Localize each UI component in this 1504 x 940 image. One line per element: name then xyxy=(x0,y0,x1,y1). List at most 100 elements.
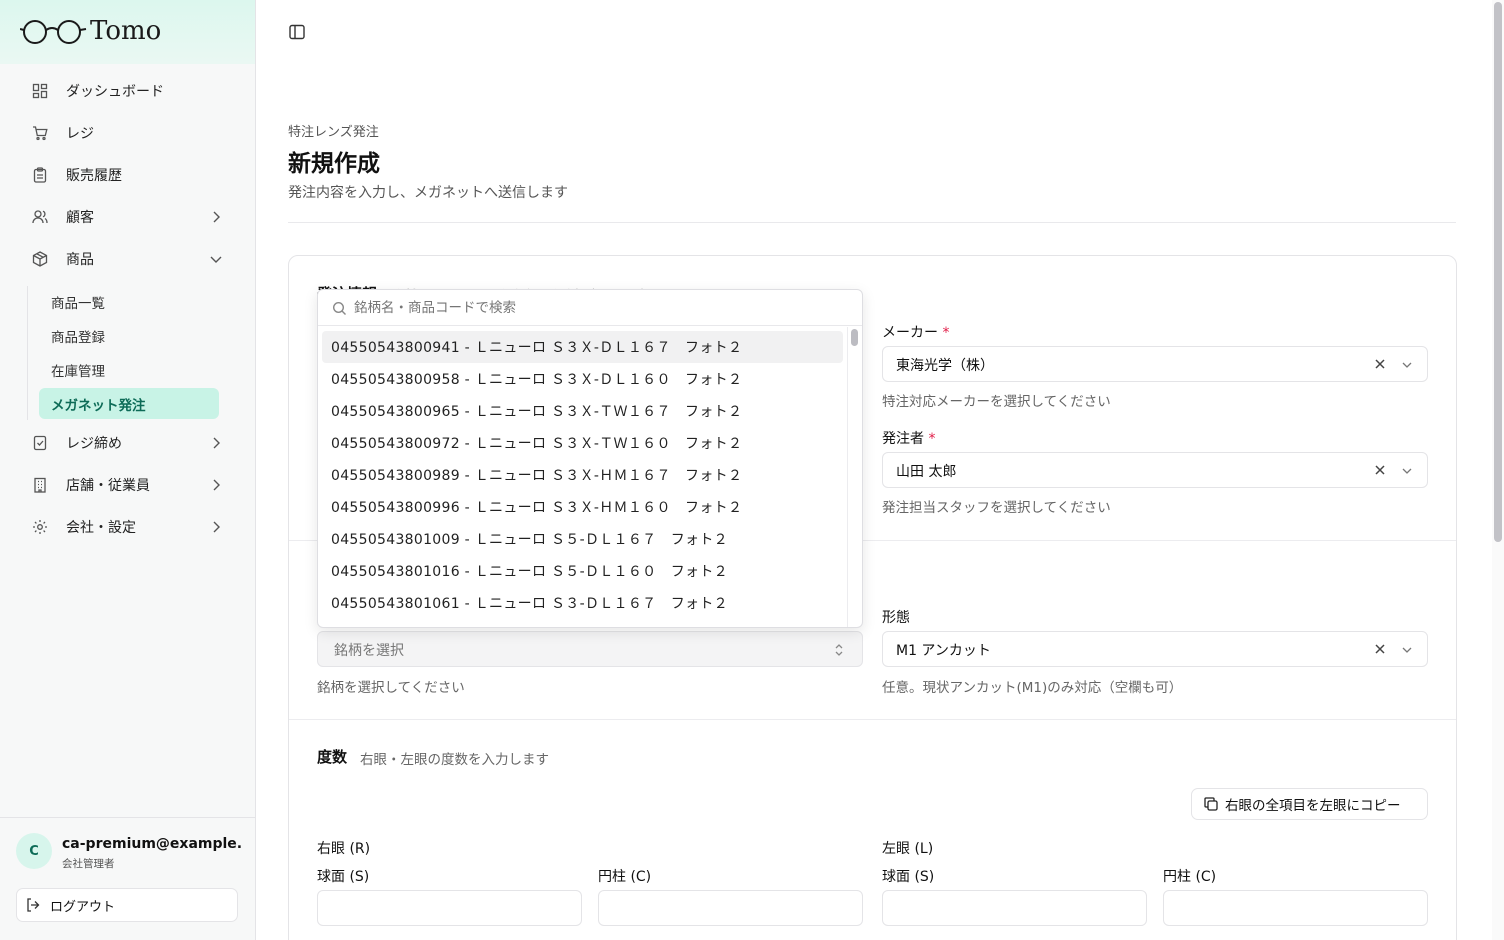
copy-button-label: 右眼の全項目を左眼にコピー xyxy=(1225,798,1401,814)
form-hint: 任意。現状アンカット(M1)のみ対応（空欄も可） xyxy=(882,680,1183,696)
dropdown-option[interactable]: 04550543801061 - Ｌニューロ Ｓ３-ＤＬ１６７ フォト２ xyxy=(322,587,843,619)
package-icon xyxy=(32,251,48,267)
dropdown-option[interactable]: 04550543800972 - Ｌニューロ Ｓ３Ｘ-ＴＷ１６０ フォト２ xyxy=(322,427,843,459)
sidebar-subitem-meganet-order[interactable]: メガネット発注 xyxy=(39,388,219,419)
sidebar-item-label: 商品 xyxy=(66,252,94,268)
dropdown-search xyxy=(318,290,862,326)
dashboard-icon xyxy=(32,83,48,99)
clear-icon[interactable] xyxy=(1374,643,1386,655)
sidebar-footer-divider xyxy=(0,817,255,818)
chevron-down-icon[interactable] xyxy=(1400,358,1414,372)
dropdown-options-list: 04550543800941 - Ｌニューロ Ｓ３Ｘ-ＤＬ１６７ フォト２ 04… xyxy=(318,327,862,627)
power-section-title: 度数 xyxy=(317,748,348,766)
left-sphere-input[interactable] xyxy=(882,890,1147,926)
clipboard-icon xyxy=(32,167,48,183)
glasses-logo-icon xyxy=(20,18,88,46)
user-email: ca-premium@example.... xyxy=(62,836,242,852)
right-cylinder-label: 円柱 (C) xyxy=(598,869,652,885)
dropdown-option[interactable]: 04550543800941 - Ｌニューロ Ｓ３Ｘ-ＤＬ１６７ フォト２ xyxy=(322,331,843,363)
dropdown-option[interactable]: 04550543800996 - Ｌニューロ Ｓ３Ｘ-ＨＭ１６０ フォト２ xyxy=(322,491,843,523)
form-select-value: M1 アンカット xyxy=(896,643,991,659)
copy-right-to-left-button[interactable]: 右眼の全項目を左眼にコピー xyxy=(1191,788,1428,820)
right-sphere-label: 球面 (S) xyxy=(317,869,370,885)
sidebar-item-label: 店舗・従業員 xyxy=(66,478,150,494)
brand-select[interactable]: 銘柄を選択 xyxy=(317,631,863,667)
form-select[interactable]: M1 アンカット xyxy=(882,631,1428,667)
left-eye-title: 左眼 (L) xyxy=(882,841,934,857)
right-eye-title: 右眼 (R) xyxy=(317,841,371,857)
submenu-divider xyxy=(27,286,28,420)
maker-select-value: 東海光学（株） xyxy=(896,358,994,374)
gear-icon xyxy=(32,519,48,535)
maker-select[interactable]: 東海光学（株） xyxy=(882,346,1428,382)
brand-select-placeholder: 銘柄を選択 xyxy=(334,643,404,659)
sidebar-toggle-icon[interactable] xyxy=(288,23,306,41)
copy-icon xyxy=(1203,796,1219,812)
orderer-select[interactable]: 山田 太郎 xyxy=(882,452,1428,488)
brand-name: Tomo xyxy=(90,16,162,46)
user-role: 会社管理者 xyxy=(62,858,115,870)
logout-icon xyxy=(25,897,41,913)
sidebar-item-company-settings[interactable]: 会社・設定 xyxy=(18,509,238,545)
maker-label: メーカー * xyxy=(882,325,950,341)
dropdown-option[interactable]: 04550543801016 - Ｌニューロ Ｓ５-ＤＬ１６０ フォト２ xyxy=(322,555,843,587)
required-mark: * xyxy=(928,431,936,447)
dropdown-option[interactable]: 04550543800965 - Ｌニューロ Ｓ３Ｘ-ＴＷ１６７ フォト２ xyxy=(322,395,843,427)
sidebar-subitem-inventory[interactable]: 在庫管理 xyxy=(39,354,219,385)
brand-hint: 銘柄を選択してください xyxy=(317,680,465,696)
search-icon xyxy=(332,301,347,316)
sidebar-item-sales-history[interactable]: 販売履歴 xyxy=(18,157,238,193)
sidebar-item-register[interactable]: レジ xyxy=(18,115,238,151)
sidebar-subitem-product-list[interactable]: 商品一覧 xyxy=(39,286,219,317)
chevron-down-icon[interactable] xyxy=(1400,464,1414,478)
page-title: 新規作成 xyxy=(288,151,380,177)
breadcrumb: 特注レンズ発注 xyxy=(288,125,379,140)
left-sphere-label: 球面 (S) xyxy=(882,869,935,885)
right-cylinder-input[interactable] xyxy=(598,890,863,926)
sidebar-subitem-product-register[interactable]: 商品登録 xyxy=(39,320,219,351)
page-scrollbar-thumb[interactable] xyxy=(1494,2,1502,542)
chevron-right-icon xyxy=(208,477,224,493)
left-cylinder-label: 円柱 (C) xyxy=(1163,869,1217,885)
required-mark: * xyxy=(942,325,950,341)
scrollbar-track xyxy=(847,327,848,627)
sidebar-item-label: 販売履歴 xyxy=(66,168,122,184)
left-cylinder-input[interactable] xyxy=(1163,890,1428,926)
orderer-select-value: 山田 太郎 xyxy=(896,464,957,480)
sidebar-item-label: レジ締め xyxy=(66,436,122,452)
dropdown-scrollbar-thumb[interactable] xyxy=(851,329,858,346)
chevron-right-icon xyxy=(208,209,224,225)
avatar[interactable]: C xyxy=(16,833,52,869)
clear-icon[interactable] xyxy=(1374,464,1386,476)
logout-button[interactable]: ログアウト xyxy=(16,888,238,922)
power-section-desc: 右眼・左眼の度数を入力します xyxy=(360,752,549,768)
dropdown-option[interactable]: 04550543801009 - Ｌニューロ Ｓ５-ＤＬ１６７ フォト２ xyxy=(322,523,843,555)
orderer-label: 発注者 * xyxy=(882,431,936,447)
section-divider xyxy=(289,719,1456,720)
clear-icon[interactable] xyxy=(1374,358,1386,370)
right-sphere-input[interactable] xyxy=(317,890,582,926)
header-divider xyxy=(288,222,1456,223)
dropdown-option[interactable]: 04550543800958 - Ｌニューロ Ｓ３Ｘ-ＤＬ１６０ フォト２ xyxy=(322,363,843,395)
orderer-hint: 発注担当スタッフを選択してください xyxy=(882,500,1111,516)
page-description: 発注内容を入力し、メガネットへ送信します xyxy=(288,185,568,201)
sidebar: Tomo ダッシュボード レジ 販売履歴 顧客 商品 商品一覧 商品登録 在庫管… xyxy=(0,0,256,940)
sidebar-item-label: 顧客 xyxy=(66,210,94,226)
sidebar-item-products[interactable]: 商品 xyxy=(18,241,238,277)
users-icon xyxy=(32,209,48,225)
sidebar-item-customers[interactable]: 顧客 xyxy=(18,199,238,235)
chevron-down-icon[interactable] xyxy=(1400,643,1414,657)
sidebar-item-label: レジ xyxy=(66,126,94,142)
sidebar-item-label: 会社・設定 xyxy=(66,520,136,536)
cart-icon xyxy=(32,125,48,141)
dropdown-option[interactable]: 04550543800989 - Ｌニューロ Ｓ３Ｘ-ＨＭ１６７ フォト２ xyxy=(322,459,843,491)
dropdown-search-input[interactable] xyxy=(354,297,834,319)
logout-label: ログアウト xyxy=(50,899,116,915)
maker-hint: 特注対応メーカーを選択してください xyxy=(882,394,1111,410)
chevrons-up-down-icon xyxy=(832,642,846,658)
sidebar-item-dashboard[interactable]: ダッシュボード xyxy=(18,73,238,109)
sidebar-item-stores-staff[interactable]: 店舗・従業員 xyxy=(18,467,238,503)
register-close-icon xyxy=(32,435,48,451)
sidebar-item-register-close[interactable]: レジ締め xyxy=(18,425,238,461)
brand-dropdown: 04550543800941 - Ｌニューロ Ｓ３Ｘ-ＤＬ１６７ フォト２ 04… xyxy=(317,289,863,628)
